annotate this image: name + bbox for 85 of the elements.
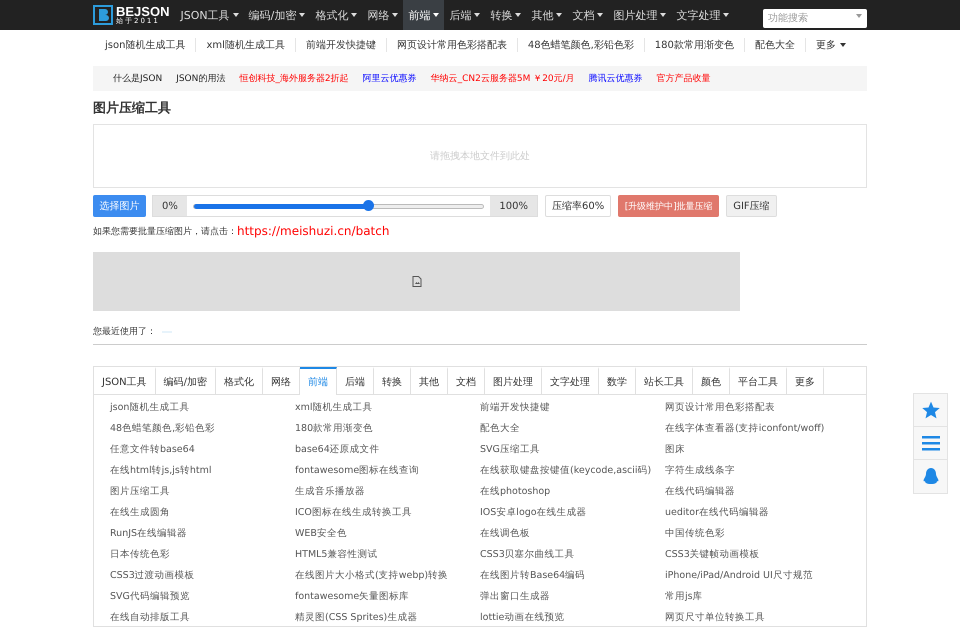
tool-link[interactable]: 48色蜡笔颜色,彩铅色彩 [110,421,295,437]
ad-link[interactable]: 什么是JSON [113,72,162,85]
star-icon [920,400,940,420]
gif-compress-button[interactable]: GIF压缩 [726,195,777,217]
nav-menu-item[interactable]: 其他 [526,0,568,30]
penguin-icon [922,466,940,486]
more-menu[interactable]: 更多 [806,38,856,52]
tool-link[interactable]: 生成音乐播放器 [295,484,480,500]
nav-menu-item[interactable]: 文档 [567,0,608,30]
tool-link[interactable]: CSS3贝塞尔曲线工具 [480,547,665,563]
rate-button[interactable]: 压缩率60% [545,195,612,217]
quick-link[interactable]: xml随机生成工具 [196,38,296,52]
tool-link[interactable]: 精灵图(CSS Sprites)生成器 [295,610,480,626]
tool-link[interactable]: 任意文件转base64 [110,442,295,458]
tool-link[interactable]: 配色大全 [480,421,665,437]
tool-link[interactable]: 网页设计常用色彩搭配表 [665,400,850,416]
ad-link[interactable]: 官方产品收量 [656,72,711,85]
tool-link[interactable]: 弹出窗口生成器 [480,589,665,605]
quick-link[interactable]: 配色大全 [744,38,806,52]
ad-link[interactable]: 阿里云优惠券 [362,72,417,85]
ad-link[interactable]: 恒创科技_海外服务器2折起 [239,72,349,85]
tool-link[interactable]: 在线获取键盘按键值(keycode,ascii码) [480,463,665,479]
quick-link[interactable]: 48色蜡笔颜色,彩铅色彩 [518,38,645,52]
tool-link[interactable]: 在线自动排版工具 [110,610,295,626]
tool-link[interactable]: SVG压缩工具 [480,442,665,458]
nav-menu-item[interactable]: 格式化 [310,0,362,30]
tool-link[interactable]: 在线生成圆角 [110,505,295,521]
tool-link[interactable]: 180款常用渐变色 [295,421,480,437]
quick-link[interactable]: 网页设计常用色彩搭配表 [386,38,518,52]
tool-link[interactable]: 日本传统色彩 [110,547,295,563]
search-field[interactable]: 功能搜索 [763,8,867,28]
tool-link[interactable]: RunJS在线编辑器 [110,526,295,542]
tool-link[interactable]: 在线photoshop [480,484,665,500]
nav-menu-item[interactable]: 网络 [362,0,404,30]
tool-link[interactable]: ueditor在线代码编辑器 [665,505,850,521]
tool-link[interactable]: CSS3关键帧动画模板 [665,547,850,563]
nav-menu-item[interactable]: 编码/加密 [244,0,310,30]
tool-link[interactable]: WEB安全色 [295,526,480,542]
tool-link[interactable]: xml随机生成工具 [295,400,480,416]
recent-label: 您最近使用了： [93,326,156,338]
tool-link[interactable]: IOS安卓logo在线生成器 [480,505,665,521]
quick-link[interactable]: 180款常用渐变色 [644,38,745,52]
quick-link[interactable]: json随机生成工具 [98,38,196,52]
ad-link[interactable]: 华纳云_CN2云服务器5M ￥20元/月 [430,72,575,85]
tool-link[interactable]: 在线图片转Base64编码 [480,568,665,584]
quality-slider[interactable]: 0% 100% [152,195,538,217]
page-title: 图片压缩工具 [93,100,172,117]
tool-link[interactable]: 在线图片大小格式(支持webp)转换 [295,568,480,584]
tool-link[interactable]: lottie动画在线预览 [480,610,665,626]
tool-link[interactable]: ICO图标在线生成转换工具 [295,505,480,521]
nav-menu-item[interactable]: 后端 [444,0,486,30]
tool-link[interactable]: 图床 [665,442,850,458]
tool-link[interactable]: 前端开发快捷键 [480,400,665,416]
tool-link[interactable]: HTML5兼容性测试 [295,547,480,563]
tool-link[interactable]: 中国传统色彩 [665,526,850,542]
nav-menu-item[interactable]: 图片处理 [608,0,672,30]
ad-link[interactable]: 腾讯云优惠券 [588,72,643,85]
category-tab[interactable]: 编码/加密 [156,367,216,394]
tool-link[interactable]: json随机生成工具 [110,400,295,416]
logo-icon [93,5,113,25]
tool-link[interactable]: base64还原成文件 [295,442,480,458]
batch-note: 如果您需要批量压缩图片，请点击： [93,226,237,238]
batch-link[interactable]: https://meishuzi.cn/batch [237,224,390,238]
category-tab[interactable]: 前端 [300,367,338,395]
ad-link[interactable]: JSON的用法 [176,72,226,85]
tool-link[interactable]: fontawesome矢量图标库 [295,589,480,605]
tool-link[interactable]: 在线代码编辑器 [665,484,850,500]
broken-image-icon [412,276,422,287]
tool-link[interactable]: SVG代码编辑预览 [110,589,295,605]
tool-link[interactable]: CSS3过渡动画模板 [110,568,295,584]
tool-link[interactable]: iPhone/iPad/Android UI尺寸规范 [665,568,850,584]
nav-menu-item[interactable]: 文字处理 [671,0,734,30]
tool-link[interactable]: 网页尺寸单位转换工具 [665,610,850,626]
quick-link[interactable]: 前端开发快捷键 [296,38,387,52]
tool-link[interactable]: 在线html转js,js转html [110,463,295,479]
tool-link[interactable]: 在线调色板 [480,526,665,542]
tool-link[interactable]: 字符生成线条字 [665,463,850,479]
tool-link[interactable]: 图片压缩工具 [110,484,295,500]
nav-menu-item[interactable]: 前端 [403,0,444,30]
tool-link[interactable]: fontawesome图标在线查询 [295,463,480,479]
nav-menu-item[interactable]: JSON工具 [175,0,244,30]
nav-menu-item[interactable]: 转换 [485,0,526,30]
tool-link[interactable]: 常用js库 [665,589,850,605]
tool-link[interactable]: 在线字体查看器(支持iconfont/woff) [665,421,850,437]
menu-icon [922,435,940,451]
